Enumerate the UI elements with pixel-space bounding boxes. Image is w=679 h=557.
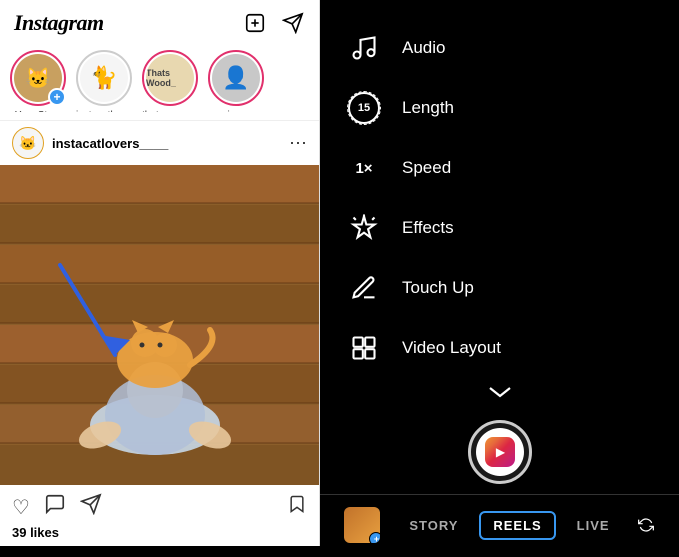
- reels-record-icon: [485, 437, 515, 467]
- reels-tab[interactable]: REELS: [479, 511, 555, 540]
- instagram-feed-panel: Instagram 🐱: [0, 0, 320, 546]
- post-user-avatar: 🐱: [12, 127, 44, 159]
- touchup-icon: [346, 270, 382, 306]
- speed-label: Speed: [402, 158, 451, 178]
- share-button[interactable]: [80, 493, 102, 521]
- post-options-button[interactable]: ⋯: [289, 133, 307, 154]
- reels-tab-label: REELS: [493, 518, 541, 533]
- like-button[interactable]: ♡: [12, 495, 30, 520]
- touchup-label: Touch Up: [402, 278, 474, 298]
- top-bar: Instagram: [0, 0, 319, 44]
- story-thats-wood[interactable]: Thats Wood_ thats_wood_...: [142, 50, 198, 112]
- length-label: Length: [402, 98, 454, 118]
- live-tab[interactable]: LIVE: [569, 514, 618, 537]
- speed-icon: 1×: [346, 150, 382, 186]
- flip-camera-button[interactable]: [630, 509, 662, 541]
- your-story-label: Your Story: [15, 110, 61, 112]
- instagram-logo: Instagram: [14, 10, 104, 36]
- add-story-badge: +: [48, 88, 66, 106]
- gallery-thumbnail: +: [344, 507, 380, 543]
- bottom-tabs: + STORY REELS LIVE: [320, 494, 679, 557]
- speed-menu-item[interactable]: 1× Speed: [340, 140, 659, 196]
- story-instacatlovers[interactable]: 🐈 instacatlovers...: [76, 50, 132, 112]
- story-label-1: instacatlovers...: [76, 110, 132, 112]
- story-tab-label: STORY: [409, 518, 458, 533]
- post-actions: ♡: [0, 485, 319, 525]
- bookmark-button[interactable]: [287, 493, 307, 521]
- your-story[interactable]: 🐱 + Your Story: [10, 50, 66, 112]
- story-label-3: xronis_pegk_...: [208, 110, 264, 112]
- story-xronis[interactable]: 👤 xronis_pegk_...: [208, 50, 264, 112]
- top-icons: [243, 11, 305, 35]
- story-label-2: thats_wood_...: [142, 110, 198, 112]
- comment-button[interactable]: [44, 493, 66, 521]
- post-image: [0, 165, 320, 485]
- story-tab[interactable]: STORY: [401, 514, 466, 537]
- record-button[interactable]: [468, 420, 532, 484]
- effects-label: Effects: [402, 218, 454, 238]
- live-tab-label: LIVE: [577, 518, 610, 533]
- post-user: 🐱 instacatlovers____: [12, 127, 168, 159]
- videolayout-label: Video Layout: [402, 338, 501, 358]
- length-icon: 15: [346, 90, 382, 126]
- touchup-menu-item[interactable]: Touch Up: [340, 260, 659, 316]
- effects-icon: [346, 210, 382, 246]
- stories-row: 🐱 + Your Story 🐈 instacatlovers... Thats…: [0, 44, 319, 120]
- likes-count: 39 likes: [0, 525, 319, 546]
- reels-menu: Audio 15 Length 1× Speed Effects: [320, 0, 679, 404]
- messages-button[interactable]: [281, 11, 305, 35]
- effects-menu-item[interactable]: Effects: [340, 200, 659, 256]
- audio-icon: [346, 30, 382, 66]
- gallery-tab[interactable]: +: [336, 503, 388, 547]
- speed-value: 1×: [355, 160, 372, 177]
- post-username: instacatlovers____: [52, 136, 168, 151]
- audio-label: Audio: [402, 38, 445, 58]
- thumbnail-add-badge: +: [369, 532, 380, 543]
- record-inner: [476, 428, 524, 476]
- videolayout-menu-item[interactable]: Video Layout: [340, 320, 659, 376]
- record-area: [320, 404, 679, 494]
- videolayout-icon: [346, 330, 382, 366]
- post-header: 🐱 instacatlovers____ ⋯: [0, 120, 319, 165]
- reels-panel: Audio 15 Length 1× Speed Effects: [320, 0, 679, 546]
- audio-menu-item[interactable]: Audio: [340, 20, 659, 76]
- length-number: 15: [348, 92, 380, 124]
- new-post-button[interactable]: [243, 11, 267, 35]
- more-options-button[interactable]: [340, 380, 659, 404]
- actions-left: ♡: [12, 493, 102, 521]
- length-menu-item[interactable]: 15 Length: [340, 80, 659, 136]
